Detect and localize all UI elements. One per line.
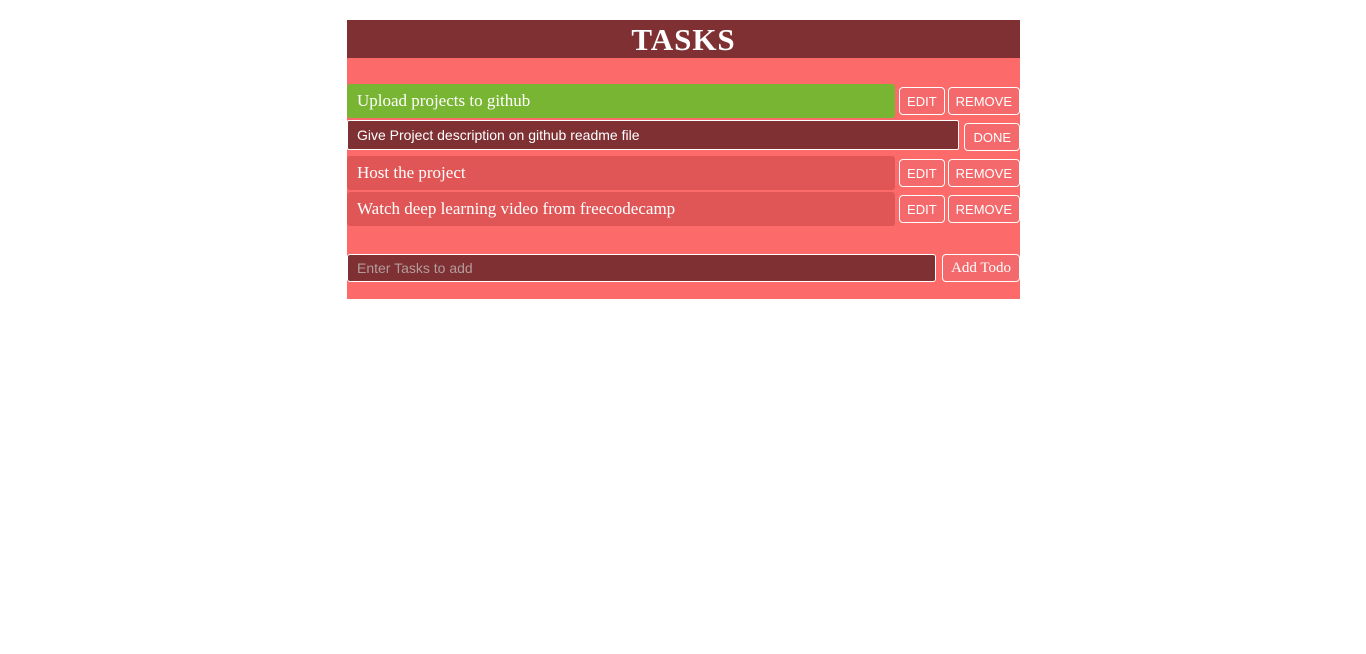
remove-button[interactable]: REMOVE — [947, 195, 1020, 223]
todo-item-text: Upload projects to github — [347, 84, 896, 118]
remove-button[interactable]: REMOVE — [947, 87, 1020, 115]
page-title: TASKS — [631, 21, 736, 57]
table-row: Host the project EDIT REMOVE — [347, 156, 1020, 190]
todo-item-text: Watch deep learning video from freecodec… — [347, 192, 896, 226]
table-row: DONE — [347, 120, 1020, 154]
add-todo-form: Add Todo — [347, 254, 1020, 282]
add-todo-input[interactable] — [347, 254, 937, 282]
todo-app: TASKS Upload projects to github EDIT REM… — [347, 20, 1020, 299]
edit-button[interactable]: EDIT — [899, 159, 945, 187]
add-todo-button[interactable]: Add Todo — [942, 254, 1020, 282]
todo-body: Upload projects to github EDIT REMOVE DO… — [347, 58, 1020, 299]
table-row: Watch deep learning video from freecodec… — [347, 192, 1020, 226]
edit-button[interactable]: EDIT — [899, 87, 945, 115]
app-header: TASKS — [347, 20, 1020, 58]
edit-button[interactable]: EDIT — [899, 195, 945, 223]
todo-item-text: Host the project — [347, 156, 896, 190]
todo-list: Upload projects to github EDIT REMOVE DO… — [347, 84, 1020, 226]
done-button[interactable]: DONE — [964, 123, 1020, 151]
remove-button[interactable]: REMOVE — [947, 159, 1020, 187]
todo-edit-input[interactable] — [347, 120, 960, 150]
list-form-divider — [347, 228, 1020, 254]
table-row: Upload projects to github EDIT REMOVE — [347, 84, 1020, 118]
